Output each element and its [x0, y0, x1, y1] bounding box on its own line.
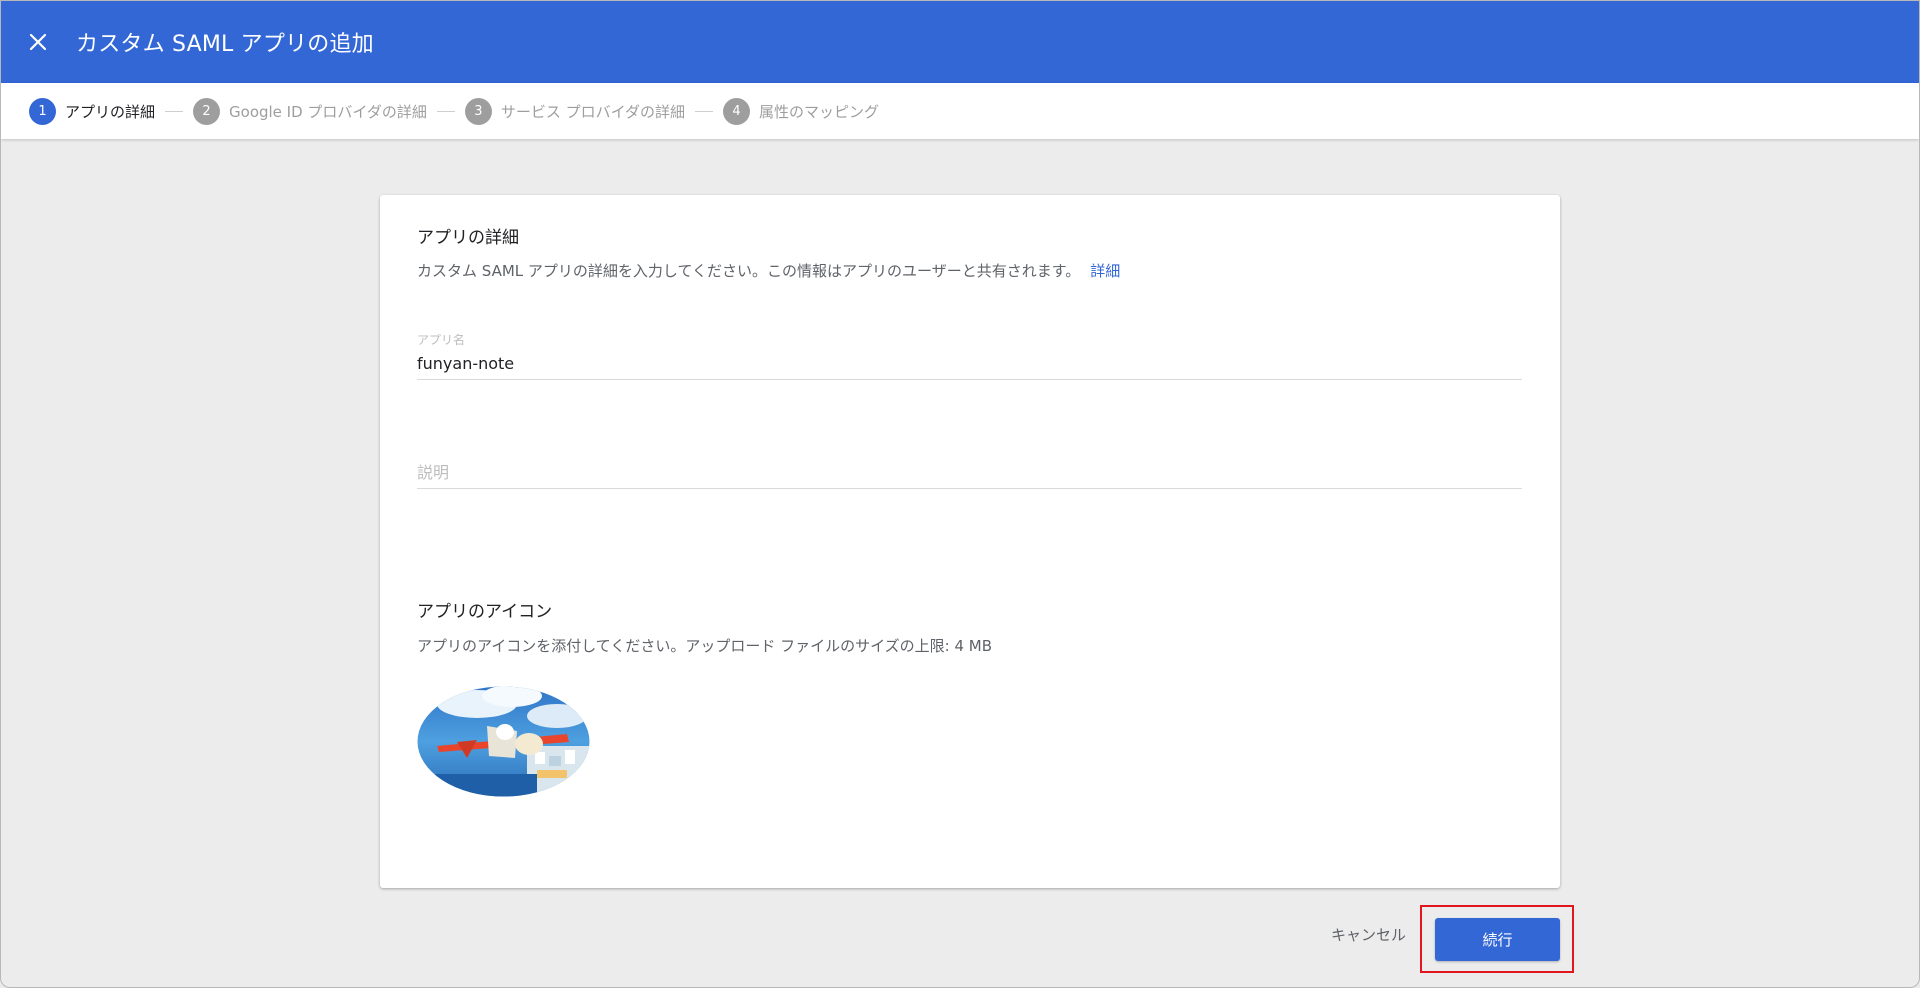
page-title: カスタム SAML アプリの追加 — [76, 32, 374, 57]
app-details-description: カスタム SAML アプリの詳細を入力してください。この情報はアプリのユーザーと… — [417, 260, 1120, 281]
step-number: 1 — [29, 97, 56, 125]
step-idp-details[interactable]: 2 Google ID プロバイダの詳細 — [193, 97, 427, 125]
app-icon-description: アプリのアイコンを添付してください。アップロード ファイルのサイズの上限: 4 … — [417, 637, 993, 655]
step-sp-details[interactable]: 3 サービス プロバイダの詳細 — [464, 97, 685, 125]
step-separator — [165, 110, 184, 112]
step-label: アプリの詳細 — [65, 102, 156, 121]
step-separator — [695, 110, 713, 112]
step-label: 属性のマッピング — [759, 102, 880, 121]
step-label: Google ID プロバイダの詳細 — [229, 102, 427, 121]
description-input[interactable] — [417, 457, 1522, 489]
close-button[interactable] — [18, 22, 58, 62]
app-name-input[interactable] — [417, 348, 1522, 380]
app-name-label: アプリ名 — [417, 333, 466, 347]
close-icon — [29, 33, 47, 51]
description-field — [417, 457, 1522, 489]
app-details-description-text: カスタム SAML アプリの詳細を入力してください。この情報はアプリのユーザーと… — [417, 262, 1081, 280]
app-window: カスタム SAML アプリの追加 1 アプリの詳細 2 Google ID プロ… — [0, 0, 1920, 988]
app-name-field: アプリ名 — [417, 331, 1522, 380]
app-icon-image[interactable] — [417, 686, 590, 797]
step-number: 2 — [193, 97, 221, 125]
learn-more-link[interactable]: 詳細 — [1090, 262, 1120, 280]
step-app-details[interactable]: 1 アプリの詳細 — [29, 97, 156, 125]
app-details-card: アプリの詳細 カスタム SAML アプリの詳細を入力してください。この情報はアプ… — [380, 195, 1560, 888]
stepper: 1 アプリの詳細 2 Google ID プロバイダの詳細 3 サービス プロバ… — [1, 83, 1919, 139]
step-separator — [436, 110, 455, 112]
app-details-title: アプリの詳細 — [417, 228, 519, 248]
step-number: 3 — [464, 97, 492, 125]
continue-button[interactable]: 続行 — [1435, 918, 1560, 961]
step-number: 4 — [723, 97, 750, 125]
cancel-button[interactable]: キャンセル — [1331, 924, 1406, 945]
step-attribute-mapping[interactable]: 4 属性のマッピング — [723, 97, 880, 125]
step-label: サービス プロバイダの詳細 — [500, 102, 685, 121]
app-icon-title: アプリのアイコン — [417, 602, 553, 622]
header-bar: カスタム SAML アプリの追加 — [1, 1, 1919, 83]
